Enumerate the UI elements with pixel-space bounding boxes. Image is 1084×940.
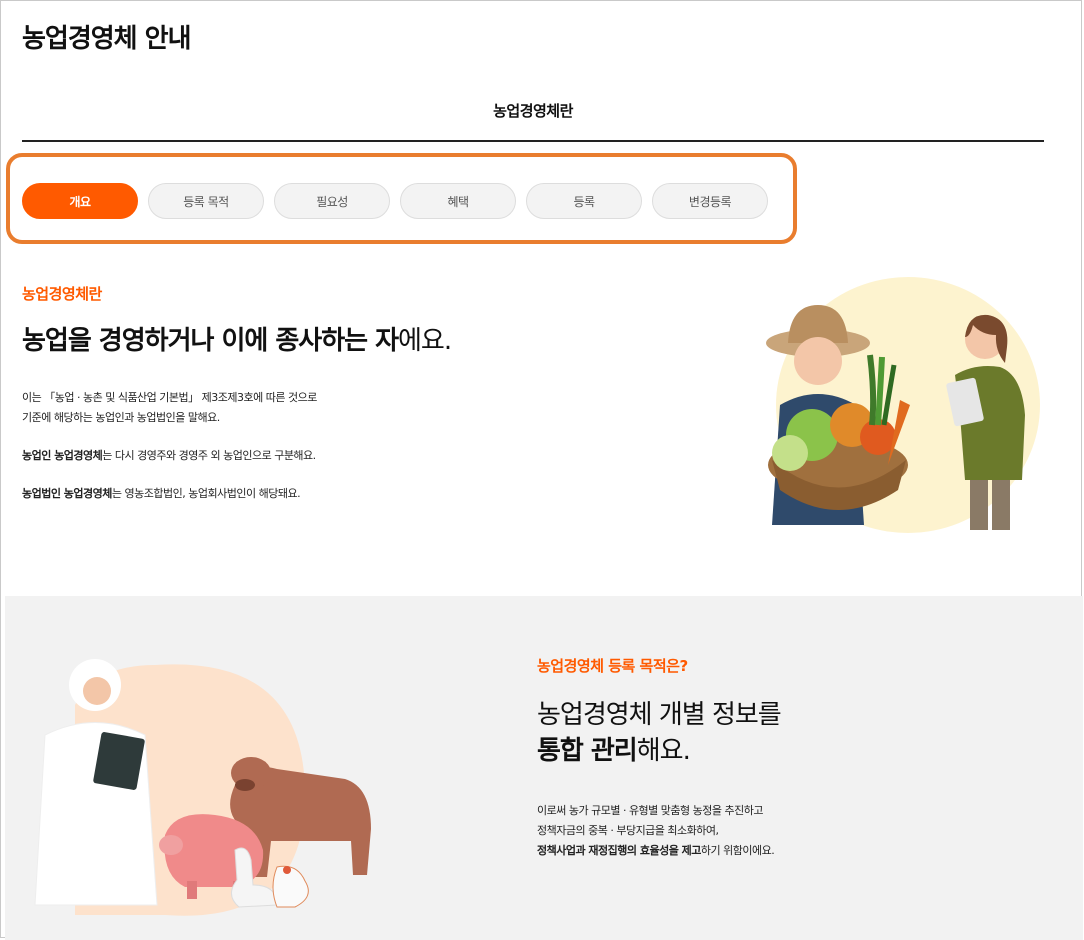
tab-bar: 개요 등록 목적 필요성 혜택 등록 변경등록	[22, 183, 768, 219]
tab-registration[interactable]: 등록	[526, 183, 642, 219]
purpose-line-3-rest: 하기 위함이에요.	[700, 844, 775, 857]
purpose-line-3-bold: 정책사업과 재정집행의 효율성을 제고	[537, 844, 701, 857]
purpose-kicker: 농업경영체 등록 목적은?	[537, 657, 688, 675]
purpose-line-2: 정책자금의 중복 · 부당지급을 최소화하여,	[537, 824, 719, 837]
overview-paragraph-2: 농업인 농업경영체는 다시 경영주와 경영주 외 농업인으로 구분해요.	[22, 446, 316, 466]
purpose-heading-line-2: 통합 관리해요.	[537, 733, 781, 769]
overview-paragraph-2-bold: 농업인 농업경영체	[22, 449, 103, 462]
overview-heading: 농업을 경영하거나 이에 종사하는 자에요.	[22, 320, 452, 357]
purpose-line-1: 이로써 농가 규모별 · 유형별 맞춤형 농정을 추진하고	[537, 804, 764, 817]
farmer-consultant-illustration	[766, 277, 1040, 533]
overview-paragraph-3: 농업법인 농업경영체는 영농조합법인, 농업회사법인이 해당돼요.	[22, 484, 301, 504]
purpose-heading-line-1: 농업경영체 개별 정보를	[537, 700, 782, 730]
overview-paragraph-2-rest: 는 다시 경영주와 경영주 외 농업인으로 구분해요.	[102, 449, 316, 462]
overview-paragraph-1: 이는 「농업 · 농촌 및 식품산업 기본법」 제3조제3호에 따른 것으로 기…	[22, 388, 317, 428]
tab-necessity[interactable]: 필요성	[274, 183, 390, 219]
tab-benefits[interactable]: 혜택	[400, 183, 516, 219]
overview-paragraph-1-line-1: 이는 「농업 · 농촌 및 식품산업 기본법」 제3조제3호에 따른 것으로	[22, 391, 317, 404]
purpose-heading-line-2-rest: 해요.	[636, 736, 691, 766]
tab-change-registration[interactable]: 변경등록	[652, 183, 768, 219]
overview-paragraph-1-line-2: 기준에 해당하는 농업인과 농업법인을 말해요.	[22, 411, 220, 424]
overview-kicker: 농업경영체란	[22, 285, 102, 303]
title-divider	[22, 140, 1044, 142]
purpose-heading: 농업경영체 개별 정보를 통합 관리해요.	[537, 697, 782, 769]
purpose-paragraph: 이로써 농가 규모별 · 유형별 맞춤형 농정을 추진하고 정책자금의 중복 ·…	[537, 801, 775, 861]
section-title: 농업경영체란	[493, 102, 573, 120]
livestock-illustration	[34, 659, 371, 916]
purpose-line-3: 정책사업과 재정집행의 효율성을 제고하기 위함이에요.	[537, 841, 775, 861]
overview-paragraph-3-bold: 농업법인 농업경영체	[22, 487, 112, 500]
overview-heading-rest: 에요.	[398, 326, 452, 356]
purpose-heading-line-2-bold: 통합 관리	[537, 736, 638, 766]
tab-overview[interactable]: 개요	[22, 183, 138, 219]
page-title: 농업경영체 안내	[22, 24, 191, 54]
overview-paragraph-3-rest: 는 영농조합법인, 농업회사법인이 해당돼요.	[111, 487, 301, 500]
overview-heading-bold: 농업을 경영하거나 이에 종사하는 자	[22, 326, 399, 356]
tab-registration-purpose[interactable]: 등록 목적	[148, 183, 264, 219]
